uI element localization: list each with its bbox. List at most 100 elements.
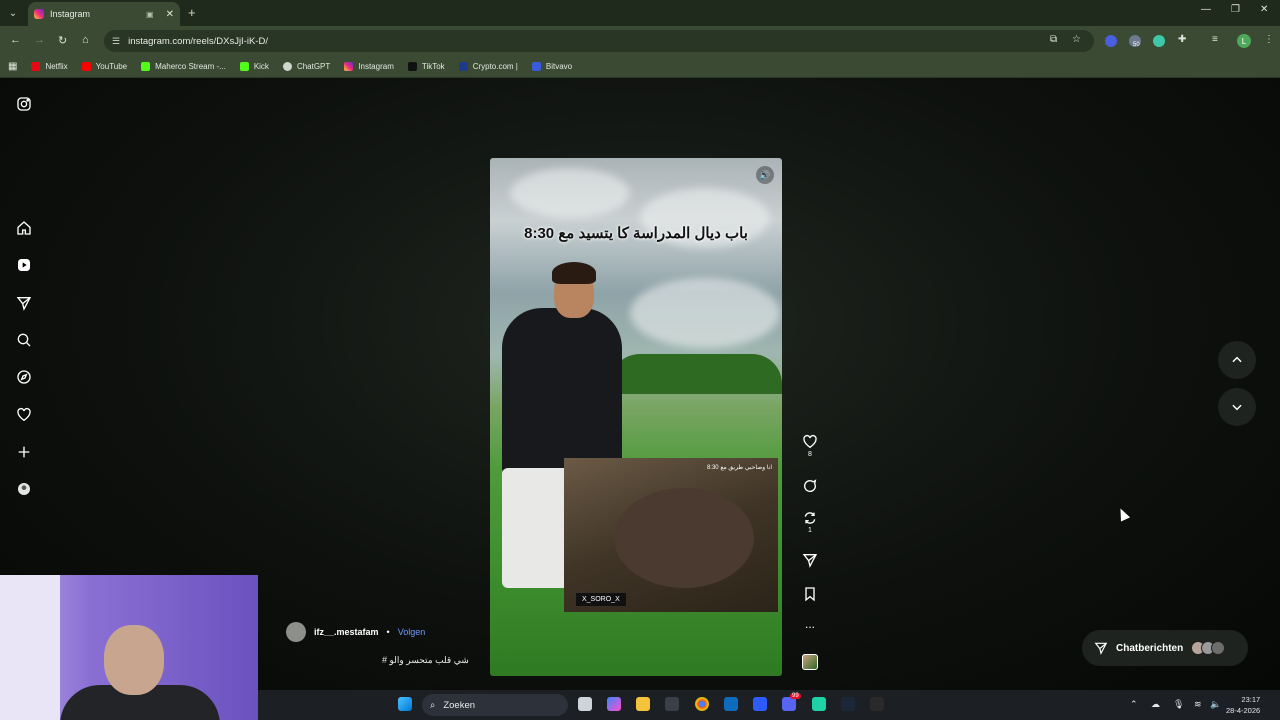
app-icon-2[interactable] xyxy=(812,697,826,711)
wifi-icon[interactable]: ≋ xyxy=(1194,699,1202,710)
forward-icon[interactable]: → xyxy=(34,34,45,46)
like-button[interactable]: 8 xyxy=(800,434,820,458)
home-nav-icon[interactable] xyxy=(14,218,34,238)
app-icon[interactable] xyxy=(753,697,767,711)
bookmark-bitvavo[interactable]: Bitvavo xyxy=(531,62,572,71)
media-controls-icon[interactable]: ≡ xyxy=(1212,34,1218,45)
webcam-window-light xyxy=(0,575,60,720)
extension-icon-2[interactable] xyxy=(1153,35,1165,47)
next-reel-button[interactable] xyxy=(1218,388,1256,426)
bookmark-maherco[interactable]: Maherco Stream -... xyxy=(141,62,226,71)
menu-icon[interactable]: ⋮ xyxy=(1264,34,1274,45)
more-options-button[interactable]: ... xyxy=(800,618,820,630)
reel-overlay-text: باب ديال المدراسة كا يتسيد مع 8:30 xyxy=(524,225,748,242)
bookmark-icon xyxy=(805,587,815,602)
repost-count: 1 xyxy=(808,527,812,534)
bookmark-tiktok[interactable]: TikTok xyxy=(407,62,445,71)
system-clock[interactable]: 23:17 28-4-2026 xyxy=(1226,694,1260,716)
streamer-head xyxy=(104,625,164,695)
instagram-logo-icon[interactable] xyxy=(14,94,34,114)
discord-icon[interactable] xyxy=(782,697,796,711)
tray-expand-icon[interactable]: ⌃ xyxy=(1130,699,1138,710)
bookmark-netflix[interactable]: Netflix xyxy=(31,62,68,71)
comment-button[interactable] xyxy=(800,478,820,494)
chevron-down-icon xyxy=(1232,404,1242,411)
minimize-icon[interactable]: — xyxy=(1201,4,1211,15)
taskbar-search[interactable]: ⌕ Zoeken xyxy=(422,694,568,716)
close-window-icon[interactable]: ✕ xyxy=(1260,4,1268,15)
search-icon[interactable] xyxy=(14,330,34,350)
back-icon[interactable]: ← xyxy=(10,34,21,46)
onedrive-icon[interactable]: ☁ xyxy=(1151,699,1160,710)
bookmark-kick[interactable]: Kick xyxy=(239,62,269,71)
chrome-icon[interactable] xyxy=(695,697,709,711)
mouse-cursor xyxy=(1115,506,1131,522)
maximize-icon[interactable]: ❐ xyxy=(1231,4,1240,15)
chat-messages-button[interactable]: Chatberichten xyxy=(1082,630,1248,666)
bookmark-instagram[interactable]: Instagram xyxy=(344,62,394,71)
install-app-icon[interactable]: ⧉ xyxy=(1050,34,1057,45)
search-icon: ⌕ xyxy=(430,699,436,711)
bookmark-chatgpt[interactable]: ChatGPT xyxy=(282,62,330,71)
share-button[interactable] xyxy=(800,552,820,568)
new-tab-button[interactable]: + xyxy=(188,5,196,20)
reel-description: شي قلب متحسر والو # xyxy=(382,655,469,665)
reels-nav-icon[interactable] xyxy=(14,255,34,275)
previous-reel-button[interactable] xyxy=(1218,341,1256,379)
instagram-favicon-icon xyxy=(34,9,44,19)
reel-inset-clip: انا وصاحبي طريق مع 8:30 X_SORO_X xyxy=(564,458,778,612)
audio-thumbnail[interactable] xyxy=(800,654,820,670)
bookmark-youtube[interactable]: YouTube xyxy=(81,62,127,71)
extensions-puzzle-icon[interactable]: ✚ xyxy=(1178,34,1186,45)
separator-dot: • xyxy=(386,627,390,637)
apps-grid-icon[interactable]: ▦ xyxy=(8,61,17,72)
profile-avatar[interactable]: L xyxy=(1237,34,1251,48)
tab-title: Instagram xyxy=(50,9,91,19)
create-plus-icon[interactable] xyxy=(14,442,34,462)
explore-compass-icon[interactable] xyxy=(14,367,34,387)
save-button[interactable] xyxy=(800,586,820,602)
store-icon[interactable] xyxy=(665,697,679,711)
repost-button[interactable]: 1 xyxy=(800,510,820,534)
background-trees xyxy=(610,354,782,394)
close-tab-icon[interactable]: ✕ xyxy=(166,9,174,20)
bookmark-star-icon[interactable]: ☆ xyxy=(1072,34,1081,45)
follow-button[interactable]: Volgen xyxy=(398,627,426,637)
task-view-icon[interactable] xyxy=(578,697,592,711)
inset-caption: انا وصاحبي طريق مع 8:30 xyxy=(706,465,772,471)
reload-icon[interactable]: ↻ xyxy=(58,34,67,47)
heart-icon xyxy=(803,434,817,449)
media-playing-icon[interactable]: ▣ xyxy=(146,10,154,19)
site-info-icon[interactable]: ☰ xyxy=(112,36,120,47)
tab-search-button[interactable]: ⌄ xyxy=(4,4,22,22)
comment-icon xyxy=(804,479,817,492)
person-hair xyxy=(552,262,596,284)
notifications-heart-icon[interactable] xyxy=(14,405,34,425)
home-icon[interactable]: ⌂ xyxy=(82,34,89,46)
messages-nav-icon[interactable] xyxy=(14,293,34,313)
volume-icon[interactable]: 🔊 xyxy=(756,166,774,184)
copilot-icon[interactable] xyxy=(607,697,621,711)
tab-instagram[interactable]: Instagram ▣ ✕ xyxy=(28,2,180,26)
epic-games-icon[interactable] xyxy=(870,697,884,711)
send-icon xyxy=(802,554,818,568)
repost-icon xyxy=(804,512,816,524)
author-username[interactable]: ifz__.mestafam xyxy=(314,627,379,637)
windows-start-icon[interactable] xyxy=(398,697,412,711)
address-bar[interactable]: ☰ instagram.com/reels/DXsJjI-iK-D/ xyxy=(104,30,1094,52)
mail-icon[interactable] xyxy=(724,697,738,711)
more-icon: ... xyxy=(804,617,815,631)
browser-tab-bar: ⌄ Instagram ▣ ✕ + — ❐ ✕ xyxy=(0,0,1280,26)
volume-icon[interactable]: 🔈 xyxy=(1210,699,1221,710)
chevron-up-icon xyxy=(1232,356,1242,363)
steam-icon[interactable] xyxy=(841,697,855,711)
chat-avatars xyxy=(1191,641,1226,655)
extension-icon[interactable] xyxy=(1105,35,1117,47)
file-explorer-icon[interactable] xyxy=(636,697,650,711)
profile-avatar-icon[interactable] xyxy=(14,479,34,499)
author-avatar[interactable] xyxy=(286,622,306,642)
microphone-icon[interactable]: 🎙 xyxy=(1173,699,1184,710)
reel-video[interactable]: باب ديال المدراسة كا يتسيد مع 8:30 🔊 انا… xyxy=(490,158,782,676)
bookmark-crypto[interactable]: Crypto.com | xyxy=(458,62,518,71)
chat-label: Chatberichten xyxy=(1116,642,1184,654)
